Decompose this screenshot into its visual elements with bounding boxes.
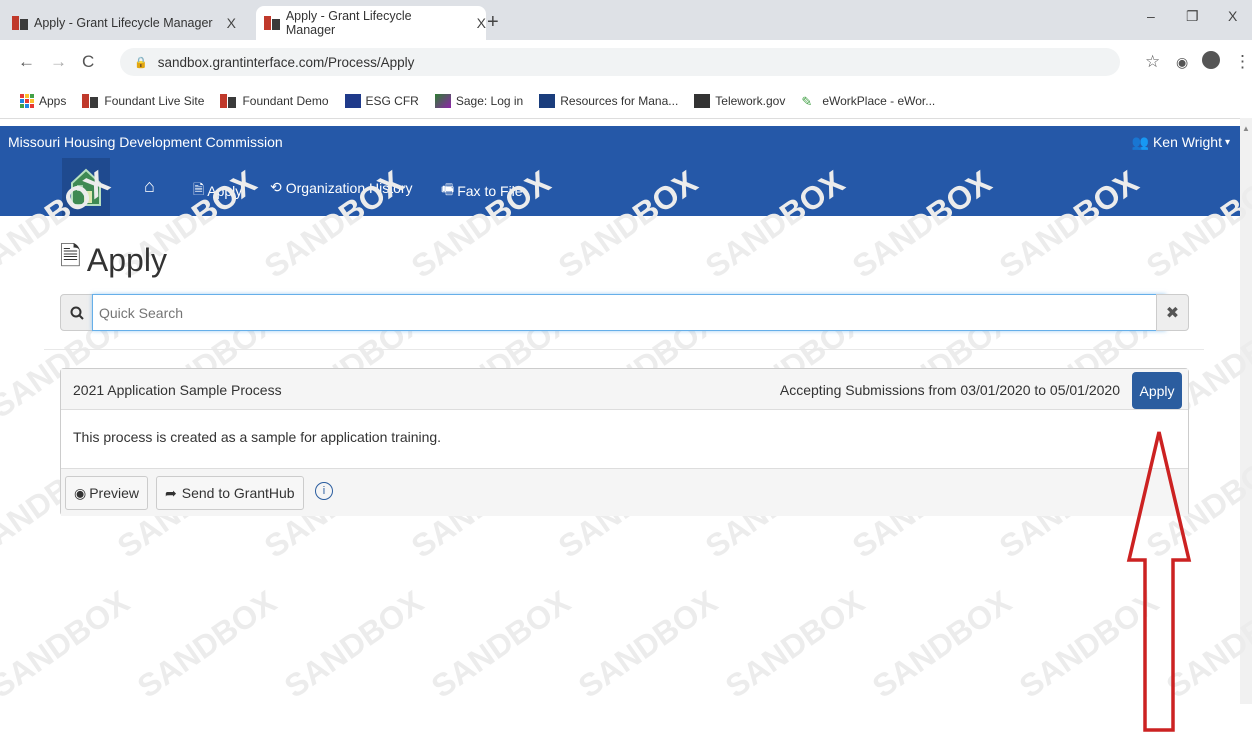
sandbox-watermark: SANDBOX (277, 583, 430, 705)
profile-icon[interactable] (1202, 51, 1220, 69)
tab-close-icon[interactable]: X (477, 15, 486, 31)
bookmarks-bar: Apps Foundant Live Site Foundant Demo ES… (0, 84, 1252, 119)
bookmark-foundant-live[interactable]: Foundant Live Site (82, 93, 204, 109)
bookmark-resources[interactable]: Resources for Mana... (539, 94, 678, 108)
sandbox-watermark: SANDBOX (865, 583, 1018, 705)
share-arrow-icon: ➦ (165, 484, 177, 501)
preview-button[interactable]: ◉ Preview (65, 476, 149, 510)
sandbox-watermark: SANDBOX (0, 583, 136, 705)
bookmark-apps[interactable]: Apps (20, 94, 66, 108)
main-content: SANDBOX SANDBOX SANDBOX SANDBOX SANDBOX SANDB… (0, 163, 1252, 732)
home-icon[interactable]: ⌂ (144, 176, 155, 197)
scroll-up-arrow-icon[interactable]: ▲ (1242, 124, 1250, 138)
bookmark-label: Foundant Live Site (104, 94, 205, 108)
document-icon: 🗎 (60, 241, 81, 271)
tab-close-icon[interactable]: X (227, 15, 236, 31)
fax-icon: 🖷 (441, 181, 455, 197)
quick-search: ✖ (60, 294, 1189, 331)
foundant-favicon-icon (82, 93, 99, 109)
process-card-header: 2021 Application Sample Process Acceptin… (61, 369, 1188, 410)
sandbox-watermark: SANDBOX (571, 583, 724, 705)
close-window-button[interactable]: X (1228, 8, 1237, 24)
process-card: 2021 Application Sample Process Acceptin… (60, 368, 1189, 516)
bookmark-label: Sage: Log in (455, 94, 524, 108)
bookmark-star-icon[interactable]: ☆ (1145, 52, 1160, 72)
telework-icon (694, 94, 711, 108)
forward-arrow-icon[interactable]: → (50, 52, 67, 72)
extension-icon[interactable]: ◉ (1176, 54, 1188, 71)
browser-tab-active[interactable]: Apply - Grant Lifecycle Manager X (256, 6, 486, 40)
button-label: Send to GrantHub (181, 485, 295, 501)
page-title: 🗎 Apply (60, 238, 167, 282)
sandbox-watermark: SANDBOX (718, 583, 871, 705)
divider (44, 349, 1204, 350)
reload-icon[interactable]: C (82, 52, 94, 72)
eye-icon: ◉ (74, 484, 87, 501)
foundant-favicon-icon (264, 15, 280, 31)
browser-tab[interactable]: Apply - Grant Lifecycle Manager X (12, 6, 250, 40)
tab-title: Apply - Grant Lifecycle Manager (34, 16, 213, 30)
search-icon (60, 294, 93, 331)
history-icon: ⟲ (270, 179, 282, 195)
users-icon: 👥 (1131, 133, 1149, 150)
leaf-icon: ✎ (801, 94, 813, 109)
page-title-text: Apply (86, 241, 167, 278)
submission-dates: Accepting Submissions from 03/01/2020 to… (779, 382, 1120, 398)
info-icon[interactable]: i (315, 482, 333, 500)
apps-grid-icon (20, 94, 34, 108)
caret-down-icon: ▾ (1224, 136, 1230, 148)
sandbox-watermark: SANDBOX (130, 583, 283, 705)
bookmark-label: ESG CFR (365, 94, 419, 108)
browser-tab-bar: Apply - Grant Lifecycle Manager X Apply … (0, 0, 1252, 40)
foundant-favicon-icon (12, 15, 28, 31)
org-name: Missouri Housing Development Commission (8, 134, 283, 150)
search-input[interactable] (92, 294, 1166, 331)
url-text: sandbox.grantinterface.com/Process/Apply (157, 54, 415, 70)
address-bar-row: ← → C 🔒 sandbox.grantinterface.com/Proce… (0, 40, 1252, 84)
back-arrow-icon[interactable]: ← (18, 52, 35, 72)
process-description: This process is created as a sample for … (73, 429, 442, 445)
bookmark-label: Apps (39, 94, 67, 108)
bookmark-esg-cfr[interactable]: ESG CFR (344, 94, 419, 108)
app-header-bar: Missouri Housing Development Commission … (0, 126, 1240, 158)
bookmark-telework[interactable]: Telework.gov (694, 94, 785, 108)
gsa-icon (539, 94, 556, 108)
clear-search-icon[interactable]: ✖ (1156, 294, 1189, 331)
bookmark-label: eWorkPlace - eWor... (822, 94, 936, 108)
lock-icon: 🔒 (134, 56, 148, 69)
tab-title: Apply - Grant Lifecycle Manager (285, 9, 412, 37)
process-name: 2021 Application Sample Process (73, 382, 282, 398)
bookmark-label: Foundant Demo (242, 94, 329, 108)
foundant-favicon-icon (220, 93, 237, 109)
button-label: Preview (89, 485, 140, 501)
minimize-button[interactable]: – (1147, 8, 1155, 24)
process-card-footer: ◉ Preview ➦ Send to GrantHub i (61, 468, 1188, 516)
bookmark-sage[interactable]: Sage: Log in (434, 94, 524, 108)
bookmark-label: Telework.gov (715, 94, 786, 108)
menu-dots-icon[interactable]: ⋮ (1234, 52, 1251, 72)
sage-icon (434, 94, 451, 108)
restore-button[interactable]: ❐ (1186, 8, 1199, 25)
bookmark-eworkplace[interactable]: ✎ eWorkPlace - eWor... (801, 94, 936, 109)
url-field[interactable]: 🔒 sandbox.grantinterface.com/Process/App… (120, 48, 1120, 76)
bookmark-label: Resources for Mana... (560, 94, 679, 108)
send-to-granthub-button[interactable]: ➦ Send to GrantHub (156, 476, 304, 510)
sandbox-watermark: SANDBOX (424, 583, 577, 705)
gpo-icon (344, 94, 361, 108)
annotation-arrow (1126, 431, 1192, 732)
user-name: Ken Wright (1152, 134, 1222, 150)
bookmark-foundant-demo[interactable]: Foundant Demo (220, 93, 329, 109)
apply-button[interactable]: Apply (1132, 372, 1182, 409)
user-menu[interactable]: 👥 Ken Wright ▾ (1132, 134, 1230, 151)
new-tab-button[interactable]: + (487, 11, 499, 34)
